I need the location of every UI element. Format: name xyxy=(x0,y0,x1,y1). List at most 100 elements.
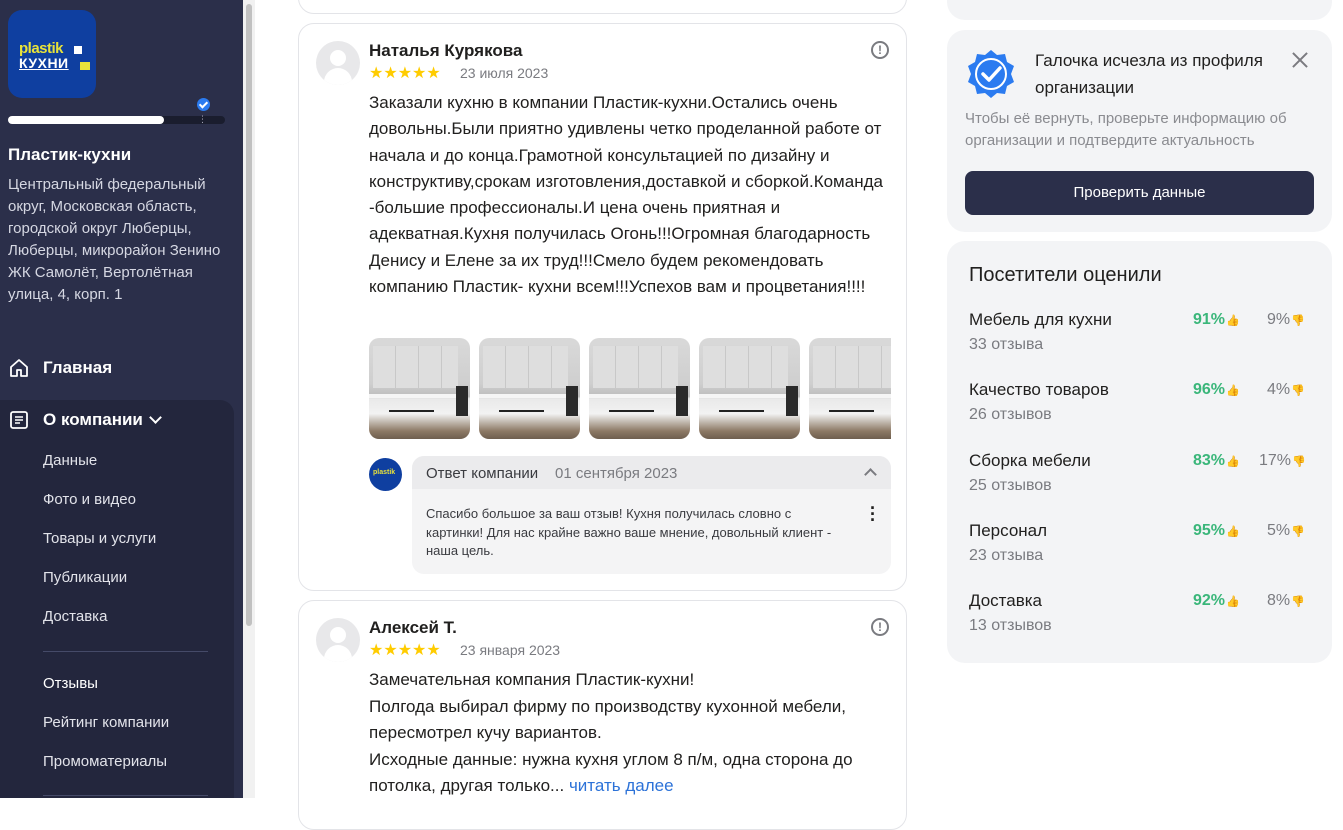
sidebar-item-company-rating[interactable]: Рейтинг компании xyxy=(43,714,169,731)
rating-positive: 95%👍 xyxy=(1193,522,1240,539)
rating-row: Сборка мебели 25 отзывов 83%👍 17%👎 xyxy=(969,451,1314,501)
rating-count: 25 отзывов xyxy=(969,477,1052,494)
verified-check-icon xyxy=(197,98,210,111)
rating-count: 33 отзыва xyxy=(969,336,1044,353)
rating-name: Мебель для кухни xyxy=(969,310,1112,329)
review-photo[interactable] xyxy=(369,338,470,439)
review-photos xyxy=(369,338,891,440)
rating-count: 23 отзыва xyxy=(969,547,1044,564)
nav-home-label: Главная xyxy=(43,358,113,377)
star-rating: ★★★★★ xyxy=(369,65,441,82)
review-photo[interactable] xyxy=(479,338,580,439)
sidebar: plastik КУХНИ ⋮ Пластик-кухни Центральны… xyxy=(0,0,243,798)
close-icon[interactable] xyxy=(1290,50,1310,70)
document-icon xyxy=(8,409,30,431)
rating-name: Доставка xyxy=(969,591,1043,610)
report-icon[interactable]: ! xyxy=(871,618,889,636)
sidebar-item-publications[interactable]: Публикации xyxy=(43,569,127,586)
thumbs-down-icon: 👎 xyxy=(1292,456,1306,468)
review-text-line: Исходные данные: нужна кухня углом 8 п/м… xyxy=(369,749,853,796)
nav-home[interactable]: Главная xyxy=(8,357,112,379)
rating-positive: 91%👍 xyxy=(1193,311,1240,328)
notice-title: Галочка исчезла из профиля организации xyxy=(1035,51,1263,97)
thumbs-up-icon: 👍 xyxy=(1226,385,1240,397)
review-text-line: Замечательная компания Пластик-кухни! xyxy=(369,670,695,689)
report-icon[interactable]: ! xyxy=(871,41,889,59)
thumbs-down-icon: 👎 xyxy=(1291,385,1305,397)
review-card: Наталья Курякова ★★★★★ 23 июля 2023 ! За… xyxy=(298,23,907,591)
read-more-link[interactable]: читать далее xyxy=(569,776,674,795)
thumbs-up-icon: 👍 xyxy=(1226,526,1240,538)
sidebar-item-photo-video[interactable]: Фото и видео xyxy=(43,491,136,508)
review-date: 23 января 2023 xyxy=(460,642,561,658)
sidebar-item-delivery[interactable]: Доставка xyxy=(43,608,107,625)
review-text: Заказали кухню в компании Пластик-кухни.… xyxy=(369,93,883,297)
review-text-line: Полгода выбирал фирму по производству ку… xyxy=(369,696,846,743)
company-reply-header[interactable]: Ответ компании 01 сентября 2023 xyxy=(412,456,891,489)
logo-square-mark-yellow xyxy=(80,62,90,70)
company-reply-avatar: plastik xyxy=(369,458,402,491)
sidebar-item-promo-materials[interactable]: Промоматериалы xyxy=(43,753,167,770)
thumbs-down-icon: 👎 xyxy=(1291,315,1305,327)
sidebar-item-data[interactable]: Данные xyxy=(43,452,97,469)
review-photo[interactable] xyxy=(809,338,891,439)
thumbs-down-icon: 👎 xyxy=(1291,526,1305,538)
rating-name: Сборка мебели xyxy=(969,451,1091,470)
rating-row: Персонал 23 отзыва 95%👍 5%👎 xyxy=(969,521,1314,571)
rating-negative: 5%👎 xyxy=(1267,522,1305,539)
rating-negative: 17%👎 xyxy=(1259,452,1306,469)
review-date: 23 июля 2023 xyxy=(460,65,549,81)
review-author[interactable]: Алексей Т. xyxy=(369,618,457,638)
logo-text-bottom: КУХНИ xyxy=(19,55,69,71)
thumbs-up-icon: 👍 xyxy=(1226,315,1240,327)
sidebar-divider xyxy=(43,795,208,796)
star-rating: ★★★★★ xyxy=(369,642,441,659)
review-card-previous xyxy=(298,0,907,14)
rating-positive: 83%👍 xyxy=(1193,452,1240,469)
sidebar-item-goods-services[interactable]: Товары и услуги xyxy=(43,530,156,547)
scrollbar-thumb[interactable] xyxy=(246,4,252,626)
rating-count: 13 отзывов xyxy=(969,617,1052,634)
more-dots-icon[interactable]: ⋮ xyxy=(198,115,207,124)
visitor-ratings: Посетители оценили Мебель для кухни 33 о… xyxy=(947,241,1332,663)
home-icon xyxy=(8,357,30,379)
company-logo[interactable]: plastik КУХНИ xyxy=(8,10,96,98)
rating-count: 26 отзывов xyxy=(969,406,1052,423)
sidebar-divider xyxy=(43,651,208,652)
rating-positive: 96%👍 xyxy=(1193,381,1240,398)
nav-about-label: О компании xyxy=(43,410,143,429)
thumbs-up-icon: 👍 xyxy=(1226,456,1240,468)
rating-negative: 4%👎 xyxy=(1267,381,1305,398)
progress-fill xyxy=(8,116,165,124)
organization-name: Пластик-кухни xyxy=(8,145,132,164)
verification-notice: Галочка исчезла из профиля организации Ч… xyxy=(947,30,1332,232)
rating-row: Доставка 13 отзывов 92%👍 8%👎 xyxy=(969,591,1314,641)
rating-name: Персонал xyxy=(969,521,1048,540)
thumbs-down-icon: 👎 xyxy=(1291,596,1305,608)
check-data-button[interactable]: Проверить данные xyxy=(965,171,1314,215)
rating-negative: 8%👎 xyxy=(1267,592,1305,609)
sidebar-item-reviews[interactable]: Отзывы xyxy=(43,675,98,692)
verified-badge-icon xyxy=(968,50,1014,98)
reply-text: Спасибо большое за ваш отзыв! Кухня полу… xyxy=(426,506,832,558)
avatar[interactable] xyxy=(316,618,360,662)
logo-square-mark xyxy=(74,46,82,54)
notice-description: Чтобы её вернуть, проверьте информацию о… xyxy=(965,110,1287,149)
rating-row: Качество товаров 26 отзывов 96%👍 4%👎 xyxy=(969,380,1314,430)
rating-negative: 9%👎 xyxy=(1267,311,1305,328)
chevron-up-icon[interactable] xyxy=(864,468,877,481)
review-author[interactable]: Наталья Курякова xyxy=(369,41,522,61)
reply-title: Ответ компании xyxy=(426,465,539,482)
organization-address: Центральный федеральный округ, Московска… xyxy=(8,176,221,303)
reply-date: 01 сентября 2023 xyxy=(555,465,678,482)
review-photo[interactable] xyxy=(589,338,690,439)
thumbs-up-icon: 👍 xyxy=(1226,596,1240,608)
avatar[interactable] xyxy=(316,41,360,85)
info-card-previous xyxy=(947,0,1332,20)
kebab-menu-icon[interactable]: · · · xyxy=(867,499,879,529)
review-photo[interactable] xyxy=(699,338,800,439)
about-section-panel xyxy=(0,400,234,798)
nav-about[interactable]: О компании xyxy=(8,409,162,431)
company-reply: Ответ компании 01 сентября 2023 Спасибо … xyxy=(412,456,891,574)
profile-progress-bar: ⋮ xyxy=(8,115,225,124)
